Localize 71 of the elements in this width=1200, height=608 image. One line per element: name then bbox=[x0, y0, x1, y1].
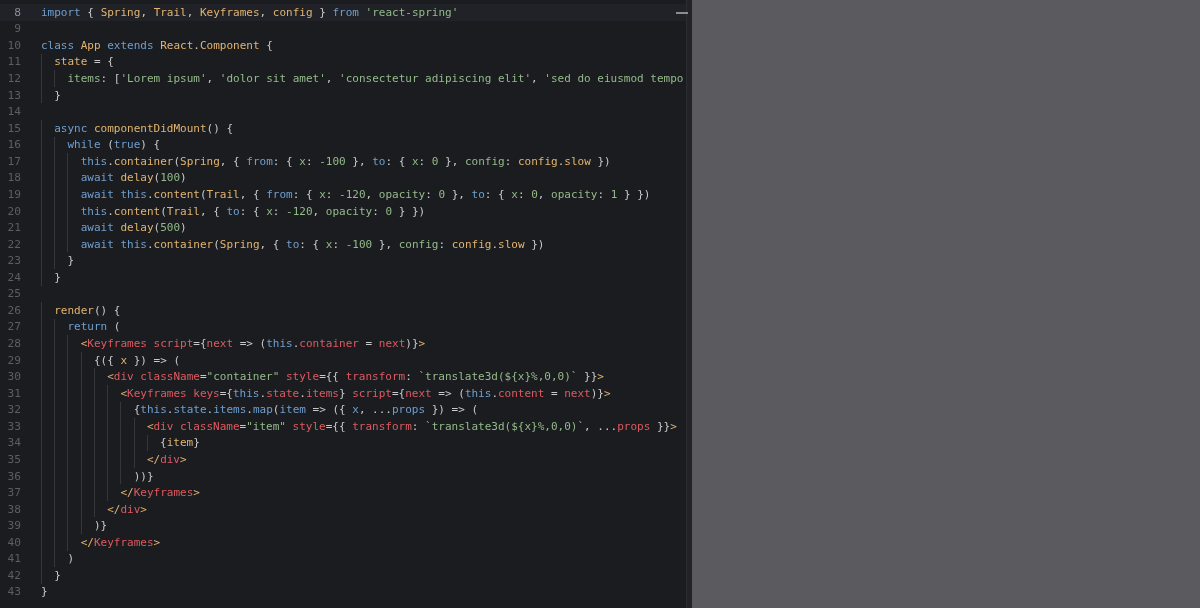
code-line: } bbox=[41, 252, 75, 269]
code-line: return ( bbox=[41, 318, 121, 336]
code-line: import { Spring, Trail, Keyframes, config } from 'react-spring' bbox=[41, 4, 459, 21]
code-line: this.container(Spring, { from: { x: -100 }, to: { x: 0 }, config: config.slow }) bbox=[41, 153, 611, 170]
code-line: </div> bbox=[41, 500, 147, 518]
code-line: items: ['Lorem ipsum', 'dolor sit amet', 'consectetur adipiscing elit', 'sed do eiusmod tempo bbox=[41, 70, 684, 87]
scrollbar-track[interactable] bbox=[686, 0, 692, 608]
line-number: 10 bbox=[6, 38, 21, 52]
code-line: class App extends React.Component { bbox=[41, 37, 273, 54]
line-number: 16 bbox=[6, 138, 21, 152]
code-line: await delay(500) bbox=[41, 219, 187, 236]
line-number: 31 bbox=[6, 386, 21, 400]
code-line: <div className="item" style={{ transform: `translate3d(${x}%,0,0)`, ...props }}> bbox=[41, 418, 677, 435]
line-number: 17 bbox=[6, 154, 21, 168]
line-number: 29 bbox=[6, 353, 21, 367]
code-line: {({ x }) => ( bbox=[41, 351, 181, 369]
line-number: 36 bbox=[6, 469, 21, 483]
line-number: 28 bbox=[6, 337, 21, 351]
line-number: 24 bbox=[6, 270, 21, 284]
code-line: await this.content(Trail, { from: { x: -120, opacity: 0 }, to: { x: 0, opacity: 1 } }) bbox=[41, 186, 651, 203]
code-line: )} bbox=[41, 517, 108, 534]
line-number: 27 bbox=[6, 320, 21, 334]
code-line: async componentDidMount() { bbox=[41, 119, 234, 137]
line-number: 13 bbox=[6, 88, 21, 102]
line-number: 40 bbox=[6, 535, 21, 549]
line-number: 21 bbox=[6, 221, 21, 235]
code-line: state = { bbox=[41, 53, 114, 71]
code-line: ))} bbox=[41, 467, 154, 485]
line-number: 11 bbox=[6, 55, 21, 69]
line-number: 9 bbox=[13, 22, 21, 36]
code-line: while (true) { bbox=[41, 136, 161, 154]
line-number: 19 bbox=[6, 187, 21, 201]
line-number: 43 bbox=[6, 585, 21, 599]
code-line: this.content(Trail, { to: { x: -120, opacity: 0 } }) bbox=[41, 202, 426, 220]
line-number: 42 bbox=[6, 568, 21, 582]
line-number: 37 bbox=[6, 486, 21, 500]
code-line: } bbox=[41, 269, 61, 286]
line-number: 20 bbox=[6, 204, 21, 218]
code-line: <Keyframes script={next => (this.container = next)}> bbox=[41, 335, 426, 352]
code-line: } bbox=[41, 86, 61, 104]
code-line: </Keyframes> bbox=[41, 534, 161, 551]
code-line: await delay(100) bbox=[41, 169, 187, 187]
code-line: {item} bbox=[41, 434, 200, 452]
code-line: } bbox=[41, 584, 48, 601]
code-line: await this.container(Spring, { to: { x: -100 }, config: config.slow }) bbox=[41, 235, 545, 253]
line-number: 26 bbox=[6, 303, 21, 317]
code-line: {this.state.items.map(item => ({ x, ...props }) => ( bbox=[41, 401, 479, 419]
line-number: 22 bbox=[6, 237, 21, 251]
line-number: 25 bbox=[6, 287, 21, 301]
line-number: 15 bbox=[6, 121, 21, 135]
line-number: 23 bbox=[6, 254, 21, 268]
line-number: 41 bbox=[6, 552, 21, 566]
scrollbar-marker bbox=[676, 12, 688, 14]
code-line: </Keyframes> bbox=[41, 484, 200, 501]
code-line: } bbox=[41, 567, 61, 584]
line-number: 32 bbox=[6, 403, 21, 417]
code-line: <Keyframes keys={this.state.items} script={next => (this.content = next)}> bbox=[41, 384, 611, 402]
line-number: 14 bbox=[6, 105, 21, 119]
line-number: 34 bbox=[6, 436, 21, 450]
code-line: render() { bbox=[41, 302, 121, 319]
line-number: 35 bbox=[6, 452, 21, 466]
line-number: 8 bbox=[13, 5, 21, 19]
code-line: ) bbox=[41, 550, 75, 568]
line-number: 38 bbox=[6, 502, 21, 516]
code-line: <div className="container" style={{ transform: `translate3d(${x}%,0,0)` }}> bbox=[41, 368, 604, 385]
code-line: </div> bbox=[41, 451, 187, 468]
line-number: 18 bbox=[6, 171, 21, 185]
line-number: 39 bbox=[6, 519, 21, 533]
line-number: 12 bbox=[6, 72, 21, 86]
line-number: 30 bbox=[6, 370, 21, 384]
line-number: 33 bbox=[6, 419, 21, 433]
